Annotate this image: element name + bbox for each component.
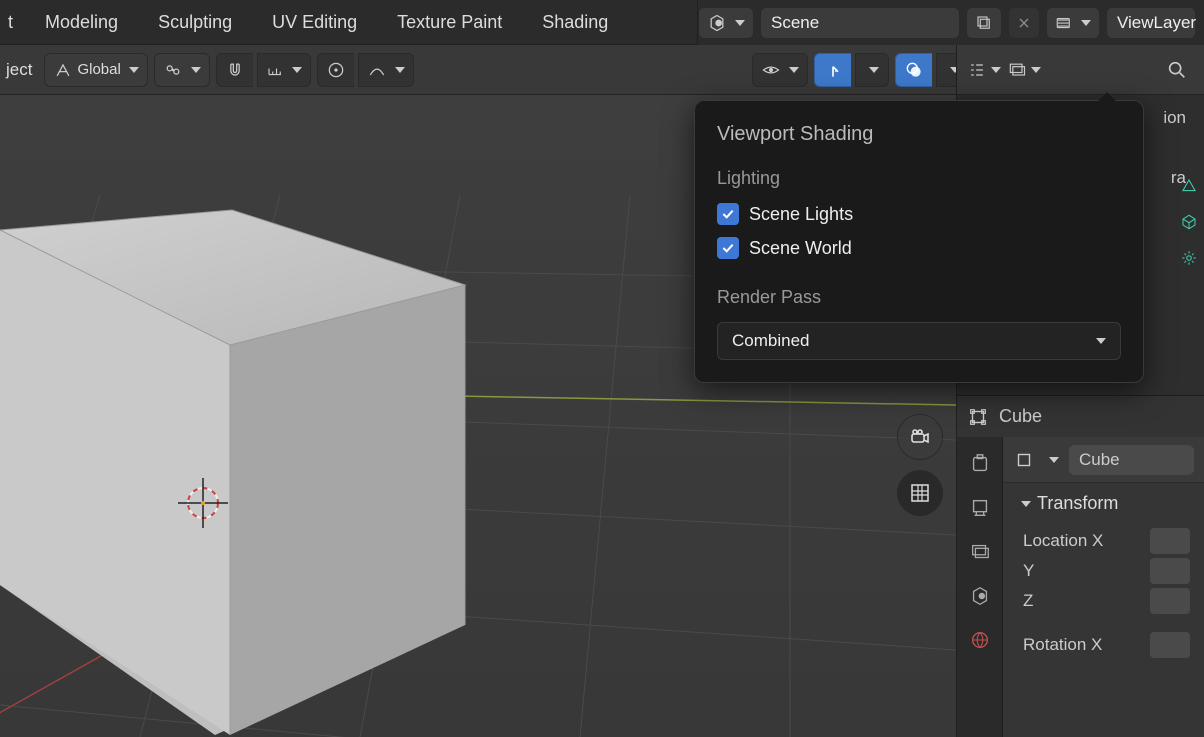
- viewlayer-browse-button[interactable]: [1046, 7, 1100, 39]
- grid-icon: [908, 481, 932, 505]
- tab-texture-paint[interactable]: Texture Paint: [377, 0, 522, 45]
- transform-title: Transform: [1037, 493, 1118, 514]
- snap-type-dropdown[interactable]: [257, 53, 311, 87]
- object-breadcrumb-caret[interactable]: [1049, 457, 1059, 463]
- axis-icon: [53, 60, 73, 80]
- render-pass-value: Combined: [732, 331, 810, 351]
- chevron-down-icon: [1021, 501, 1031, 507]
- tab-uv-editing[interactable]: UV Editing: [252, 0, 377, 45]
- location-z-label: Z: [1023, 591, 1033, 611]
- proportional-group: [317, 53, 414, 87]
- orientation-label: Global: [77, 61, 120, 78]
- scene-lights-checkbox[interactable]: [717, 203, 739, 225]
- properties-body: Cube Transform Location X Y Z Rotation X: [1003, 437, 1204, 737]
- increment-icon: [266, 61, 284, 79]
- properties-object-name: Cube: [999, 406, 1042, 427]
- tab-scene[interactable]: [965, 581, 995, 611]
- gizmo-toggle[interactable]: [814, 53, 851, 87]
- tab-modeling[interactable]: Modeling: [25, 0, 138, 45]
- scene-lights-label: Scene Lights: [749, 204, 853, 225]
- transform-panel-header[interactable]: Transform: [1017, 493, 1190, 514]
- check-icon: [720, 206, 736, 222]
- proportional-toggle[interactable]: [317, 53, 354, 87]
- rotation-x-label: Rotation X: [1023, 635, 1102, 655]
- gizmo-icon: [823, 60, 843, 80]
- scene-lights-row: Scene Lights: [717, 203, 1121, 225]
- pivot-icon: [163, 60, 183, 80]
- location-x-label: Location X: [1023, 531, 1103, 551]
- scene-browse-button[interactable]: [698, 7, 754, 39]
- magnet-icon: [225, 60, 245, 80]
- lighting-label: Lighting: [717, 168, 1121, 189]
- editor-type-dropdown[interactable]: [967, 53, 1001, 87]
- properties-header: Cube: [957, 395, 1204, 437]
- close-icon: [1017, 16, 1031, 30]
- scene-world-row: Scene World: [717, 237, 1121, 259]
- location-z-field[interactable]: [1150, 588, 1190, 614]
- snap-toggle[interactable]: [216, 53, 253, 87]
- camera-data-icon: [1180, 177, 1198, 195]
- perspective-toggle-button[interactable]: [898, 471, 942, 515]
- tab-viewlayer[interactable]: [965, 537, 995, 567]
- display-mode-dropdown[interactable]: [1007, 53, 1041, 87]
- object-data-icon[interactable]: [1013, 449, 1035, 471]
- outliner-editor-icon: [967, 59, 987, 81]
- render-pass-select[interactable]: Combined: [717, 322, 1121, 360]
- layers-stack-icon: [1007, 59, 1027, 81]
- outliner-toolbar: [956, 45, 1204, 95]
- check-icon: [720, 240, 736, 256]
- rotation-x-field[interactable]: [1150, 632, 1190, 658]
- toolbar-project-label: ject: [6, 60, 38, 80]
- object-pin-icon[interactable]: [967, 406, 989, 428]
- viewport-shading-popover: Viewport Shading Lighting Scene Lights S…: [694, 100, 1144, 383]
- snap-group: [216, 53, 311, 87]
- viewlayer-name-field[interactable]: ViewLayer: [1106, 7, 1196, 39]
- location-x-field[interactable]: [1150, 528, 1190, 554]
- eye-icon: [761, 60, 781, 80]
- copy-icon: [975, 14, 993, 32]
- scene-world-label: Scene World: [749, 238, 852, 259]
- overlay-toggle[interactable]: [895, 53, 932, 87]
- gizmo-dropdown[interactable]: [855, 53, 889, 87]
- proportional-icon: [326, 60, 346, 80]
- camera-icon: [908, 425, 932, 449]
- search-button[interactable]: [1160, 53, 1194, 87]
- render-pass-label: Render Pass: [717, 287, 1121, 308]
- scene-header: Scene ViewLayer: [697, 0, 1204, 45]
- location-y-label: Y: [1023, 561, 1034, 581]
- overlay-icon: [904, 60, 924, 80]
- location-y-field[interactable]: [1150, 558, 1190, 584]
- outliner-item-truncated: ion: [1163, 108, 1186, 128]
- search-icon: [1166, 59, 1188, 81]
- scene-name-field[interactable]: Scene: [760, 7, 960, 39]
- falloff-dropdown[interactable]: [358, 53, 414, 87]
- orientation-dropdown[interactable]: Global: [44, 53, 147, 87]
- camera-view-button[interactable]: [898, 415, 942, 459]
- tab-output[interactable]: [965, 493, 995, 523]
- pivot-dropdown[interactable]: [154, 53, 210, 87]
- light-data-icon: [1180, 249, 1198, 267]
- object-name-row: Cube: [1003, 437, 1204, 483]
- tab-world[interactable]: [965, 625, 995, 655]
- layers-icon: [1055, 14, 1073, 32]
- tab-truncated[interactable]: t: [0, 0, 25, 45]
- tab-render[interactable]: [965, 449, 995, 479]
- falloff-icon: [367, 60, 387, 80]
- visibility-dropdown[interactable]: [752, 53, 808, 87]
- tab-sculpting[interactable]: Sculpting: [138, 0, 252, 45]
- scene-delete-button[interactable]: [1008, 7, 1040, 39]
- mesh-data-icon: [1180, 213, 1198, 231]
- object-name-field[interactable]: Cube: [1069, 445, 1194, 475]
- scene-copy-button[interactable]: [966, 7, 1002, 39]
- popover-title: Viewport Shading: [717, 123, 1121, 146]
- transform-panel: Transform Location X Y Z Rotation X: [1003, 483, 1204, 670]
- scene-icon: [707, 13, 727, 33]
- properties-tabs: [957, 395, 1003, 737]
- gizmo-group: [814, 53, 889, 87]
- viewport-nav-buttons: [898, 415, 942, 515]
- tab-shading[interactable]: Shading: [522, 0, 628, 45]
- scene-world-checkbox[interactable]: [717, 237, 739, 259]
